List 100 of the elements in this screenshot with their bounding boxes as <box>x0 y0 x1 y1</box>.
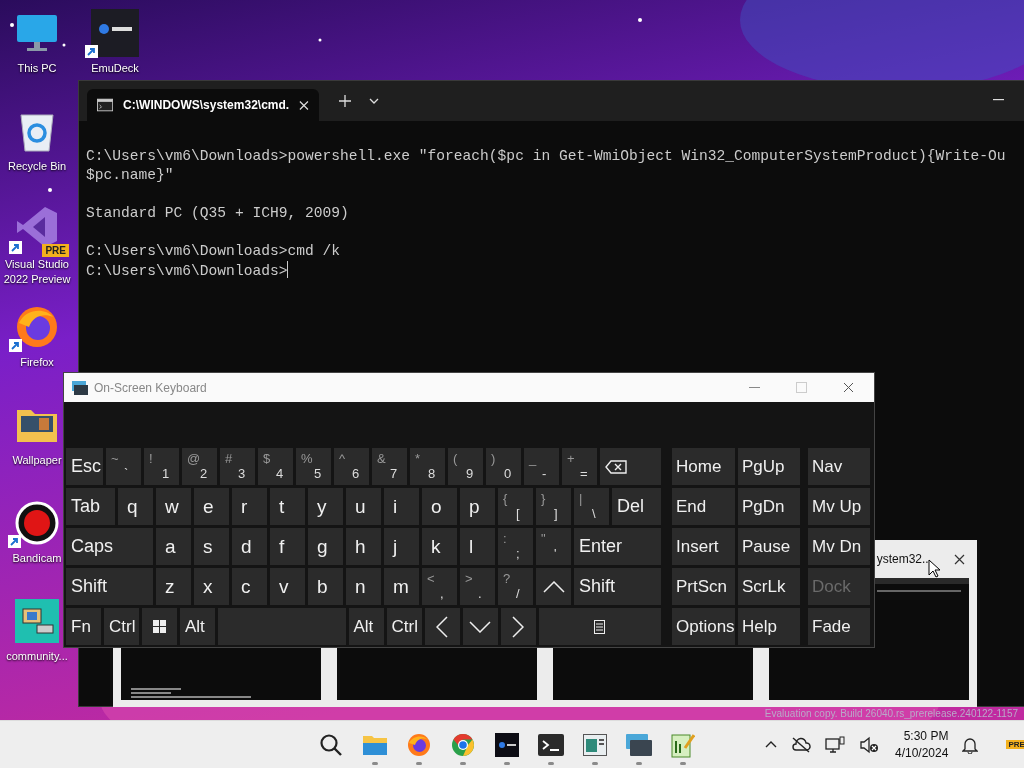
keyboard-key[interactable]: | \ <box>574 488 609 525</box>
keyboard-key[interactable]: Options <box>672 608 735 645</box>
keyboard-key[interactable]: Shift <box>66 568 153 605</box>
keyboard-key[interactable]: s <box>194 528 229 565</box>
keyboard-key[interactable]: b <box>308 568 343 605</box>
keyboard-key[interactable]: x <box>194 568 229 605</box>
folder-icon[interactable] <box>362 733 388 756</box>
keyboard-key[interactable]: i <box>384 488 419 525</box>
minimize-icon[interactable] <box>749 386 760 389</box>
keyboard-key[interactable]: z <box>156 568 191 605</box>
keyboard-key[interactable]: Pause <box>738 528 800 565</box>
keyboard-key[interactable]: + = <box>562 448 597 485</box>
keyboard-key[interactable]: Help <box>738 608 800 645</box>
backspace-key[interactable] <box>600 448 661 485</box>
keyboard-key[interactable]: a <box>156 528 191 565</box>
keyboard-key[interactable]: % 5 <box>296 448 331 485</box>
keyboard-key[interactable]: d <box>232 528 267 565</box>
keyboard-key[interactable]: n <box>346 568 381 605</box>
desktop-icon-label[interactable]: Wallpaper <box>12 453 62 468</box>
keyboard-key[interactable]: _ - <box>524 448 559 485</box>
keyboard-key[interactable]: r <box>232 488 267 525</box>
minimize-icon[interactable] <box>993 99 1004 101</box>
record-icon[interactable] <box>14 500 60 546</box>
keyboard-key[interactable]: Mv Dn <box>808 528 870 565</box>
keyboard-key[interactable]: & 7 <box>372 448 407 485</box>
keyboard-key[interactable]: ( 9 <box>448 448 483 485</box>
keyboard-key[interactable]: Fade <box>808 608 870 645</box>
keyboard-key[interactable]: Nav <box>808 448 870 485</box>
keyboard-key[interactable]: Fn <box>66 608 101 645</box>
keyboard-key[interactable]: ? / <box>498 568 533 605</box>
search-icon[interactable] <box>319 732 343 757</box>
deck-logo-icon[interactable] <box>495 732 519 757</box>
terminal-tab[interactable]: C:\WINDOWS\system32\cmd. <box>87 89 319 121</box>
keyboard-key[interactable]: Alt <box>348 608 384 645</box>
keyboard-key[interactable]: * 8 <box>410 448 445 485</box>
keyboard-key[interactable]: h <box>346 528 381 565</box>
bell-icon[interactable] <box>962 735 979 754</box>
keyboard-key[interactable]: End <box>672 488 735 525</box>
cloud-off-icon[interactable] <box>791 736 811 753</box>
desktop-icon-label[interactable]: Visual Studio 2022 Preview <box>0 257 74 287</box>
keyboard-key[interactable]: Esc <box>66 448 103 485</box>
clock[interactable]: 5:30 PM 4/10/2024 <box>895 727 949 762</box>
keyboard-key[interactable]: PrtScn <box>672 568 735 605</box>
keyboard-key[interactable]: k <box>422 528 457 565</box>
keyboard-key[interactable]: Insert <box>672 528 735 565</box>
browser-icon[interactable] <box>451 732 475 757</box>
desktop-icon-label[interactable]: Firefox <box>20 355 54 370</box>
monitor-icon[interactable] <box>15 13 59 53</box>
firefox-icon[interactable] <box>15 305 59 349</box>
keyboard-key[interactable]: u <box>346 488 381 525</box>
desktop-icon-label[interactable]: community... <box>6 649 68 664</box>
keyboard-key[interactable]: } ] <box>536 488 571 525</box>
keyboard-key[interactable]: w <box>156 488 191 525</box>
arrow-key[interactable] <box>462 608 498 645</box>
network-icon[interactable] <box>825 735 845 754</box>
keyboard-key[interactable]: Tab <box>66 488 115 525</box>
chevron-up-icon[interactable] <box>765 741 777 748</box>
keyboard-key[interactable]: Mv Up <box>808 488 870 525</box>
keyboard-key[interactable]: t <box>270 488 305 525</box>
keyboard-key[interactable]: { [ <box>498 488 533 525</box>
keyboard-key[interactable]: Enter <box>574 528 661 565</box>
keyboard-key[interactable]: PgDn <box>738 488 800 525</box>
keyboard-key[interactable]: q <box>118 488 153 525</box>
arrow-key[interactable] <box>536 568 571 605</box>
keyboard-key[interactable]: # 3 <box>220 448 255 485</box>
keyboard-key[interactable]: $ 4 <box>258 448 293 485</box>
close-icon[interactable] <box>843 382 854 393</box>
desktop-icon-label[interactable]: EmuDeck <box>91 61 139 76</box>
deck-logo-icon[interactable] <box>91 9 139 57</box>
keyboard-key[interactable]: " ' <box>536 528 571 565</box>
keyboard-key[interactable]: Caps <box>66 528 153 565</box>
keyboard-key[interactable]: Ctrl <box>386 608 422 645</box>
keyboard-key[interactable]: Del <box>612 488 661 525</box>
keyboard-key[interactable]: j <box>384 528 419 565</box>
keyboard-key[interactable]: Ctrl <box>104 608 139 645</box>
keyboard-key[interactable]: Shift <box>574 568 661 605</box>
keyboard-key[interactable]: ~ ` <box>106 448 141 485</box>
close-icon[interactable] <box>954 553 965 565</box>
keyboard-key[interactable]: c <box>232 568 267 605</box>
keyboard-icon[interactable] <box>626 733 652 756</box>
keyboard-key[interactable]: @ 2 <box>182 448 217 485</box>
keyboard-key[interactable]: v <box>270 568 305 605</box>
app-window-icon[interactable] <box>583 733 607 756</box>
keyboard-key[interactable]: e <box>194 488 229 525</box>
notepad-icon[interactable] <box>671 731 695 758</box>
keyboard-key[interactable]: > . <box>460 568 495 605</box>
speaker-muted-icon[interactable] <box>859 735 879 754</box>
keyboard-key[interactable]: p <box>460 488 495 525</box>
desktop-icon-label[interactable]: Bandicam <box>12 551 62 566</box>
keyboard-key[interactable]: f <box>270 528 305 565</box>
windows-key[interactable] <box>142 608 177 645</box>
keyboard-key[interactable]: < , <box>422 568 457 605</box>
keyboard-key[interactable]: l <box>460 528 495 565</box>
keyboard-key[interactable]: PgUp <box>738 448 800 485</box>
desktop-icon-label[interactable]: This PC <box>17 61 57 76</box>
keyboard-key[interactable]: Alt <box>180 608 215 645</box>
keyboard-key[interactable]: y <box>308 488 343 525</box>
network-computers-icon[interactable] <box>15 599 59 643</box>
keyboard-key[interactable]: ^ 6 <box>334 448 369 485</box>
keyboard-key[interactable]: ScrLk <box>738 568 800 605</box>
